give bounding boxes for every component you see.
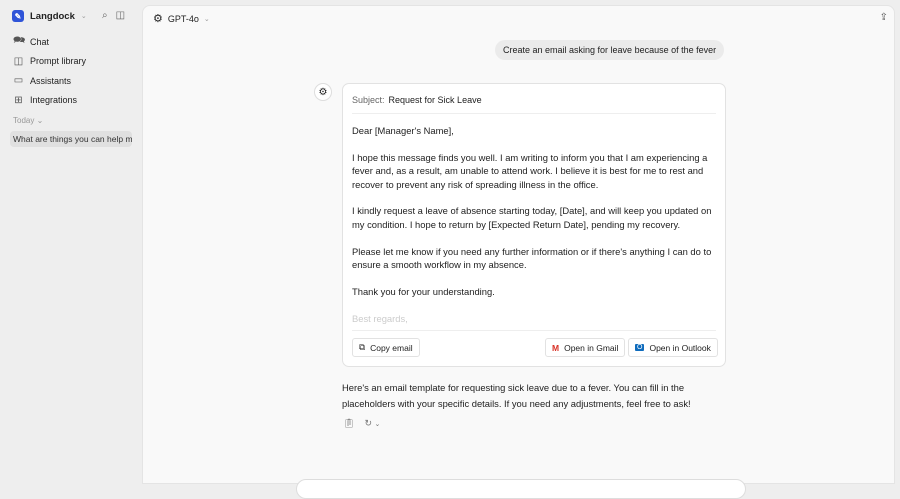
brand-name: Langdock xyxy=(30,10,75,22)
divider xyxy=(352,330,716,331)
chat-icon: 🗪 xyxy=(13,35,26,47)
chevron-down-icon: ⌄ xyxy=(36,116,44,125)
divider xyxy=(352,113,716,114)
sidebar-item-integrations[interactable]: ⊞ Integrations xyxy=(13,91,86,111)
sidebar-item-label: Assistants xyxy=(30,75,72,86)
email-body: Dear [Manager's Name], I hope this messa… xyxy=(352,124,720,338)
assistant-avatar-icon: ⚙ xyxy=(314,83,332,101)
assistant-reply: Here's an email template for requesting … xyxy=(342,382,691,409)
share-icon[interactable]: ⇪ xyxy=(880,12,888,23)
subject-value: Request for Sick Leave xyxy=(388,95,482,105)
copy-icon: ⧉ xyxy=(359,342,366,352)
email-paragraph: Please let me know if you need any furth… xyxy=(352,245,712,271)
book-icon: ◫ xyxy=(13,55,24,67)
subject-label: Subject: xyxy=(352,95,385,105)
email-card: Subject: Request for Sick Leave Dear [Man… xyxy=(342,83,726,367)
assistant-icon: ▭ xyxy=(13,75,24,87)
model-selector[interactable]: ⚙ GPT-4o ⌄ xyxy=(153,12,210,25)
openai-icon: ⚙ xyxy=(153,13,163,25)
langdock-logo-icon: ✎ xyxy=(12,10,24,22)
history-item[interactable]: What are things you can help me xyxy=(10,131,132,147)
main-panel: ⚙ GPT-4o ⌄ ⇪ Create an email asking for … xyxy=(142,5,895,499)
sidebar-item-chat[interactable]: 🗪 Chat xyxy=(13,32,86,52)
sidebar: ✎ Langdock ⌄ ⌕ ◫ 🗪 Chat ◫ Prompt library ▭… xyxy=(0,0,142,484)
button-label: Open in Outlook xyxy=(649,342,711,353)
sidebar-item-label: Chat xyxy=(30,36,50,47)
email-subject: Subject: Request for Sick Leave xyxy=(352,95,482,105)
chat-input[interactable] xyxy=(296,479,746,499)
regenerate-icon[interactable]: ↻ ⌄ xyxy=(364,418,380,429)
integrations-icon: ⊞ xyxy=(14,94,23,106)
chevron-down-icon: ⌄ xyxy=(80,13,87,20)
gmail-icon: M xyxy=(552,342,560,353)
section-today[interactable]: Today ⌄ xyxy=(13,116,43,125)
user-message: Create an email asking for leave because… xyxy=(495,40,725,60)
email-paragraph: Thank you for your understanding. xyxy=(352,285,495,297)
open-in-gmail-button[interactable]: M Open in Gmail xyxy=(545,338,626,357)
button-label: Copy email xyxy=(370,342,413,353)
sidebar-item-assistants[interactable]: ▭ Assistants xyxy=(13,71,86,91)
model-name: GPT-4o xyxy=(167,13,199,24)
email-paragraph: I kindly request a leave of absence star… xyxy=(352,205,712,230)
sidebar-item-prompt-library[interactable]: ◫ Prompt library xyxy=(13,52,86,72)
sidebar-item-label: Prompt library xyxy=(30,56,87,67)
email-paragraph: Best regards, xyxy=(352,312,408,324)
chevron-down-icon: ⌄ xyxy=(203,15,210,23)
outlook-icon: O xyxy=(635,344,645,351)
clipboard-icon[interactable]: 📋︎ xyxy=(343,418,354,429)
button-label: Open in Gmail xyxy=(564,342,619,353)
copy-email-button[interactable]: ⧉ Copy email xyxy=(352,338,420,357)
section-label: Today xyxy=(13,116,35,125)
open-in-outlook-button[interactable]: O Open in Outlook xyxy=(628,338,718,357)
search-icon[interactable]: ⌕ xyxy=(102,10,108,21)
sidebar-toggle-icon[interactable]: ◫ xyxy=(116,10,125,21)
workspace-switcher[interactable]: ✎ Langdock ⌄ xyxy=(12,10,87,22)
email-paragraph: I hope this message finds you well. I am… xyxy=(352,151,708,190)
sidebar-item-label: Integrations xyxy=(30,95,78,106)
email-paragraph: Dear [Manager's Name], xyxy=(352,125,454,136)
